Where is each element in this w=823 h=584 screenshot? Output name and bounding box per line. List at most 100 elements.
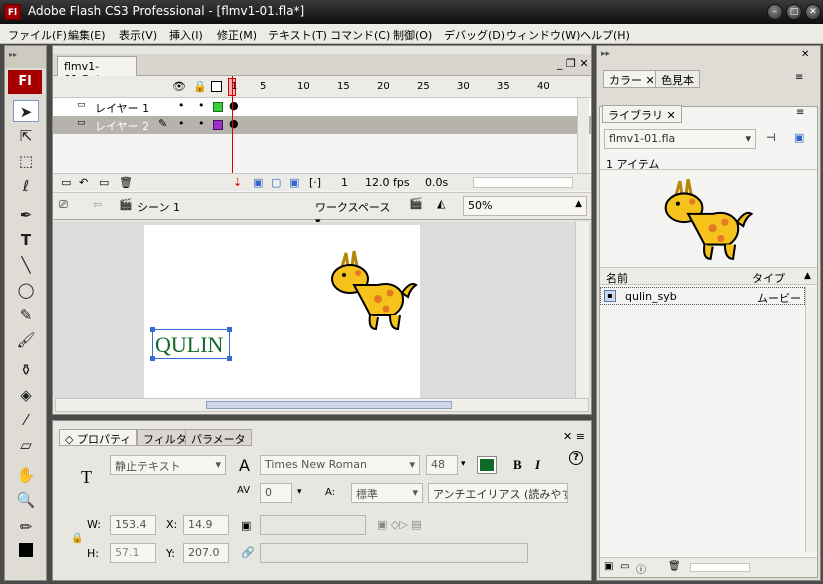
visibility-dot[interactable]: • [178,117,185,130]
tab-library[interactable]: ライブラリ ✕ [602,105,682,123]
font-size-stepper[interactable]: ▾ [461,459,466,469]
trash-icon[interactable]: 🗑 [119,176,133,189]
free-transform-tool-icon[interactable]: ⬚ [13,150,39,172]
timeline-toggle-icon[interactable]: ⎚ [59,198,68,212]
menu-commands[interactable]: コマンド(C) [330,27,390,43]
zoom-tool-icon[interactable]: 🔍 [13,489,39,511]
giraffe-symbol[interactable] [324,245,419,335]
line-tool-icon[interactable]: ╲ [13,254,39,276]
layer-color-swatch[interactable] [213,102,223,112]
menu-insert[interactable]: 挿入(I) [169,27,203,43]
maximize-button[interactable]: □ [786,4,802,20]
target-field[interactable] [260,543,528,563]
insert-layer-icon[interactable]: ▭ [61,176,71,189]
tab-color[interactable]: カラー ✕ [603,70,661,88]
selection-handle[interactable] [227,356,232,361]
tab-swatches[interactable]: 色見本 [655,70,700,88]
ink-bottle-tool-icon[interactable]: ⚱ [13,359,39,381]
edit-symbol-icon[interactable]: ◭ [437,197,445,210]
panel-menu-icon[interactable]: ✕ ≡ [563,430,585,443]
panel-close-icon[interactable]: ✕ [801,49,809,60]
eraser-tool-icon[interactable]: ▱ [13,434,39,456]
baseline-dropdown[interactable]: 標準 ▾ [351,483,423,503]
scene-name[interactable]: シーン 1 [137,199,180,215]
sort-icon[interactable]: ▲ [804,271,811,281]
panel-grip-icon[interactable]: ▸▸ [601,49,610,59]
url-field[interactable] [260,515,366,535]
font-family-dropdown[interactable]: Times New Roman ▾ [260,455,420,475]
properties-icon[interactable]: ⓘ [636,561,646,576]
new-folder-icon[interactable]: ▭ [620,561,629,572]
library-vscroll[interactable] [805,287,817,552]
outline-icon[interactable] [211,81,222,92]
menu-modify[interactable]: 修正(M) [217,27,257,43]
italic-button[interactable]: I [535,457,540,473]
edit-scene-icon[interactable]: 🎬 [409,197,423,210]
zoom-field[interactable]: 50% ▲ [463,196,587,216]
text-type-dropdown[interactable]: 静止テキスト ▾ [110,455,226,475]
menu-help[interactable]: ヘルプ(H) [580,27,630,43]
letter-spacing-field[interactable]: 0 [260,483,292,503]
new-symbol-icon[interactable]: ▣ [604,561,613,572]
document-tab[interactable]: flmv1-01.fla* [57,56,137,86]
new-library-panel-icon[interactable]: ▣ [794,131,804,144]
hand-tool-icon[interactable]: ✋ [13,464,39,486]
visibility-dot[interactable]: • [178,99,185,112]
timeline-vscroll[interactable] [577,98,589,173]
selection-tool-icon[interactable]: ➤ [13,100,39,122]
menu-debug[interactable]: デバッグ(D) [444,27,505,43]
fill-color-icon[interactable] [13,539,39,561]
column-type[interactable]: タイプ [752,270,785,286]
help-icon[interactable]: ? [569,451,583,465]
menu-edit[interactable]: 編集(E) [68,27,106,43]
menu-window[interactable]: ウィンドウ(W) [506,27,580,43]
back-arrow-icon[interactable]: ⇦ [93,198,102,211]
stage-vscroll[interactable] [575,222,589,398]
edit-multiple-icon[interactable]: ▣ [289,176,299,189]
pin-library-icon[interactable]: ⊣ [766,131,776,144]
oval-tool-icon[interactable]: ◯ [13,279,39,301]
tab-parameters[interactable]: パラメータ [185,429,252,446]
hscroll-thumb[interactable] [206,401,452,409]
onion-markers-icon[interactable]: [·] [309,176,321,189]
stroke-color-icon[interactable]: ✏ [13,516,39,538]
x-field[interactable]: 14.9 [183,515,229,535]
tools-grip[interactable]: ▸▸ [5,46,46,68]
pencil-tool-icon[interactable]: ✎ [13,304,39,326]
eye-icon[interactable]: 👁 [172,80,186,93]
lock-ratio-icon[interactable]: 🔒 [71,533,83,544]
stage-hscroll[interactable] [55,398,589,412]
text-tool-icon[interactable]: T [13,229,39,251]
layer-color-swatch[interactable] [213,120,223,130]
width-field[interactable]: 153.4 [110,515,156,535]
font-size-field[interactable]: 48 [426,455,458,475]
tab-properties[interactable]: ◇ プロパティ [59,429,138,446]
stage[interactable]: QULIN [144,225,420,398]
selection-handle[interactable] [227,327,232,332]
text-selection-box[interactable]: QULIN [150,327,232,361]
y-field[interactable]: 207.0 [183,543,229,563]
restore-icon[interactable]: _ ❐ ✕ [557,57,589,70]
panel-menu-icon[interactable]: ≡ [796,107,804,118]
folder-icon[interactable]: ▭ [99,176,109,189]
height-field[interactable]: 57.1 [110,543,156,563]
menu-file[interactable]: ファイル(F) [8,27,67,43]
menu-text[interactable]: テキスト(T) [268,27,327,43]
delete-icon[interactable]: 🗑 [668,561,681,572]
letter-spacing-stepper[interactable]: ▾ [297,487,302,497]
lock-dot[interactable]: • [198,117,205,130]
menu-view[interactable]: 表示(V) [119,27,157,43]
timeline-hscroll[interactable] [473,177,573,188]
subselection-tool-icon[interactable]: ⇱ [13,125,39,147]
lock-dot[interactable]: • [198,99,205,112]
column-name[interactable]: 名前 [606,270,628,286]
lock-icon[interactable]: 🔒 [193,80,207,93]
brush-tool-icon[interactable]: 🖌 [13,329,39,351]
eyedropper-tool-icon[interactable]: ⁄ [13,409,39,431]
layer-row[interactable]: ▭ レイヤー 1 • • ● [53,98,591,116]
library-hscroll[interactable] [690,563,750,572]
lasso-tool-icon[interactable]: ℓ [13,175,39,197]
onion-outline-icon[interactable]: ▢ [271,176,281,189]
library-file-dropdown[interactable]: flmv1-01.fla ▾ [604,129,756,149]
library-item[interactable]: ▪ qulin_syb ムービー [600,287,805,305]
